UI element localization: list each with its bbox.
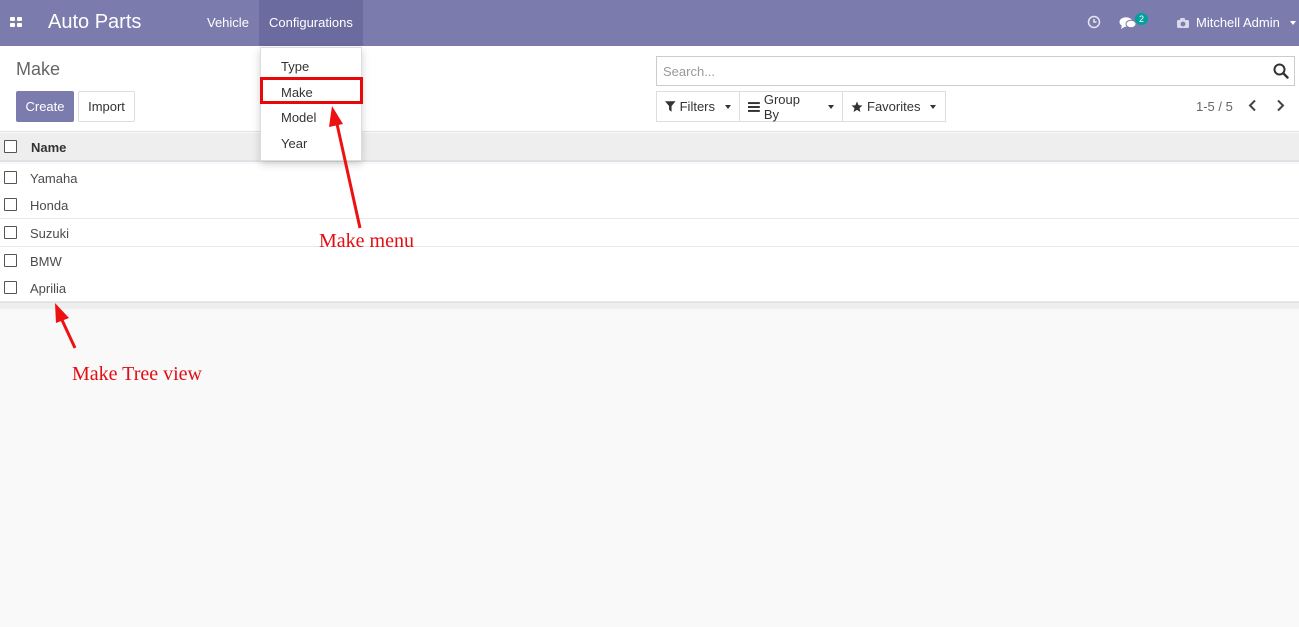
arrow-to-tree-view — [60, 319, 77, 349]
arrowhead-make-menu — [329, 106, 343, 127]
annotation-make-tree-view: Make Tree view — [72, 363, 202, 385]
annotation-make-menu: Make menu — [319, 230, 414, 252]
annotation-arrows — [55, 106, 362, 349]
arrow-to-make-menu — [335, 123, 362, 229]
arrowhead-tree-view — [55, 303, 69, 323]
